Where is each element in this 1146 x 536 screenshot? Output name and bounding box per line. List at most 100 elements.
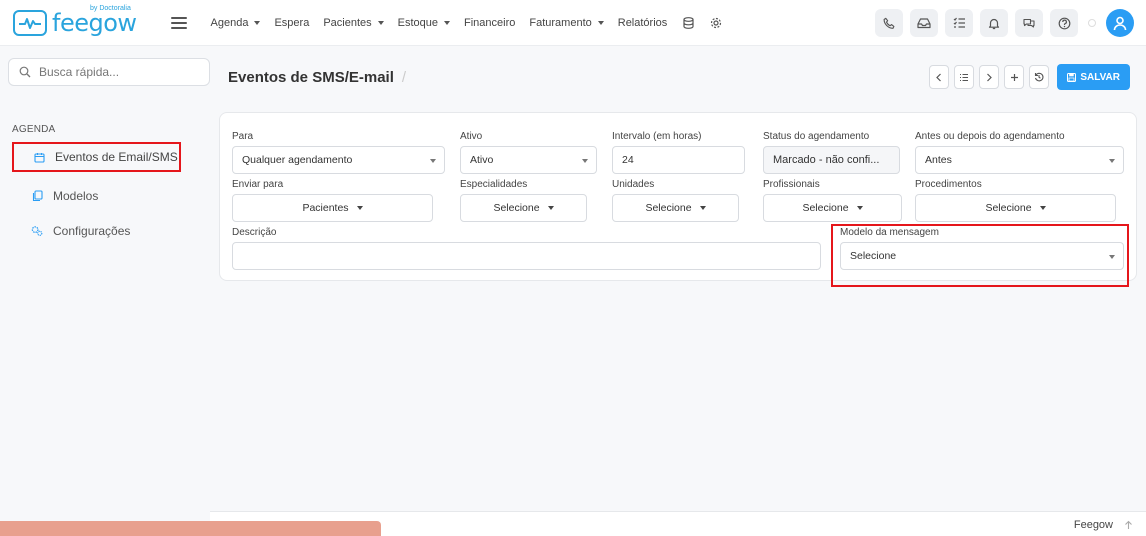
nav-relatorios[interactable]: Relatórios: [618, 17, 668, 29]
quick-search[interactable]: [8, 58, 210, 86]
list-icon: [960, 73, 969, 81]
plus-icon: [1010, 73, 1018, 81]
especialidades-value: Selecione: [493, 202, 540, 214]
database-icon[interactable]: [681, 16, 695, 30]
chevron-down-icon: [356, 206, 363, 210]
nav-pacientes[interactable]: Pacientes: [323, 16, 384, 29]
chevron-down-icon: [1039, 206, 1046, 210]
sidebar-item-eventos[interactable]: Eventos de Email/SMS: [12, 142, 181, 172]
enviar-multiselect[interactable]: Pacientes: [232, 194, 433, 222]
chevron-down-icon: [547, 206, 554, 210]
antes-label: Antes ou depois do agendamento: [915, 131, 1065, 142]
chevron-down-icon: [254, 20, 261, 25]
enviar-label: Enviar para: [232, 179, 284, 190]
status-bar: [0, 521, 381, 536]
next-button[interactable]: [979, 65, 1000, 89]
settings-gear-icon[interactable]: [709, 16, 723, 30]
menu-toggle-icon[interactable]: [170, 16, 187, 29]
sidebar-item-configuracoes[interactable]: Configurações: [12, 216, 130, 246]
especialidades-multiselect[interactable]: Selecione: [460, 194, 587, 222]
dropdown-arrow-icon: [1109, 159, 1115, 163]
nav-financeiro-label: Financeiro: [464, 16, 516, 29]
add-button[interactable]: [1004, 65, 1025, 89]
status-select[interactable]: Marcado - não confi...: [763, 146, 900, 174]
chevron-down-icon: [856, 206, 863, 210]
especialidades-label: Especialidades: [460, 179, 528, 190]
phone-icon[interactable]: [875, 9, 903, 37]
inbox-icon[interactable]: [910, 9, 938, 37]
previous-button[interactable]: [929, 65, 950, 89]
ativo-label: Ativo: [460, 131, 483, 142]
antes-value: Antes: [925, 154, 952, 166]
enviar-value: Pacientes: [302, 202, 349, 214]
save-button[interactable]: SALVAR: [1057, 64, 1130, 90]
unidades-label: Unidades: [612, 179, 655, 190]
dropdown-arrow-icon: [582, 159, 588, 163]
main-nav: Agenda Espera Pacientes Estoque Financei…: [211, 16, 738, 30]
status-label: Status do agendamento: [763, 131, 870, 142]
nav-pacientes-label: Pacientes: [323, 16, 372, 29]
footer-brand: Feegow: [1073, 519, 1113, 531]
para-value: Qualquer agendamento: [242, 154, 353, 166]
breadcrumb-separator: /: [401, 69, 407, 86]
nav-agenda-label: Agenda: [210, 16, 249, 29]
highlight-box: [831, 224, 1129, 287]
user-avatar-icon[interactable]: [1106, 9, 1134, 37]
page-actions: SALVAR: [929, 64, 1130, 90]
unidades-multiselect[interactable]: Selecione: [612, 194, 739, 222]
descricao-input[interactable]: [232, 242, 821, 270]
history-button[interactable]: [1029, 65, 1050, 89]
nav-faturamento-label: Faturamento: [529, 16, 592, 29]
nav-espera[interactable]: Espera: [274, 17, 309, 29]
feegow-logo[interactable]: feegow by Doctoralia: [13, 0, 137, 46]
sidebar-section-title: AGENDA: [12, 124, 56, 135]
brand-byline: by Doctoralia: [90, 4, 131, 12]
search-input[interactable]: [39, 65, 199, 79]
chevron-right-icon: [987, 73, 993, 81]
nav-faturamento[interactable]: Faturamento: [529, 16, 604, 29]
scroll-top-icon[interactable]: [1120, 517, 1136, 533]
chevron-down-icon: [444, 20, 451, 25]
intervalo-input[interactable]: 24: [612, 146, 745, 174]
chat-icon[interactable]: [1015, 9, 1043, 37]
history-icon: [1035, 72, 1044, 82]
nav-relatorios-label: Relatórios: [617, 16, 668, 29]
search-icon: [19, 66, 31, 78]
chevron-down-icon: [597, 20, 604, 25]
procedimentos-label: Procedimentos: [915, 179, 982, 190]
status-value: Marcado - não confi...: [773, 154, 880, 166]
calendar-icon: [33, 151, 45, 163]
tasks-list-icon[interactable]: [945, 9, 973, 37]
profissionais-label: Profissionais: [763, 179, 820, 190]
ativo-select[interactable]: Ativo: [460, 146, 597, 174]
unidades-value: Selecione: [645, 202, 692, 214]
nav-agenda[interactable]: Agenda: [211, 17, 261, 29]
brand-name: feegow: [52, 8, 137, 37]
chevron-down-icon: [377, 20, 384, 25]
nav-estoque[interactable]: Estoque: [398, 17, 451, 29]
procedimentos-value: Selecione: [985, 202, 1032, 214]
sidebar-item-modelos[interactable]: Modelos: [12, 181, 98, 211]
intervalo-value: 24: [622, 154, 634, 166]
sidebar-item-label: Eventos de Email/SMS: [55, 150, 178, 164]
top-right-actions: [875, 9, 1134, 37]
status-dot-icon: [1088, 19, 1096, 27]
antes-select[interactable]: Antes: [915, 146, 1124, 174]
floppy-disk-icon: [1067, 72, 1077, 82]
nav-financeiro[interactable]: Financeiro: [464, 17, 515, 29]
procedimentos-multiselect[interactable]: Selecione: [915, 194, 1116, 222]
para-select[interactable]: Qualquer agendamento: [232, 146, 445, 174]
para-label: Para: [232, 131, 254, 142]
profissionais-multiselect[interactable]: Selecione: [763, 194, 902, 222]
ativo-value: Ativo: [470, 154, 494, 166]
dropdown-arrow-icon: [430, 159, 436, 163]
pulse-logo-icon: [13, 9, 47, 36]
chevron-down-icon: [699, 206, 706, 210]
help-icon[interactable]: [1050, 9, 1078, 37]
page-title-text: Eventos de SMS/E-mail: [228, 69, 394, 86]
gears-icon: [31, 225, 43, 237]
top-navbar: feegow by Doctoralia Agenda Espera Pacie…: [0, 0, 1146, 46]
list-button[interactable]: [954, 65, 975, 89]
profissionais-value: Selecione: [802, 202, 849, 214]
bell-icon[interactable]: [980, 9, 1008, 37]
